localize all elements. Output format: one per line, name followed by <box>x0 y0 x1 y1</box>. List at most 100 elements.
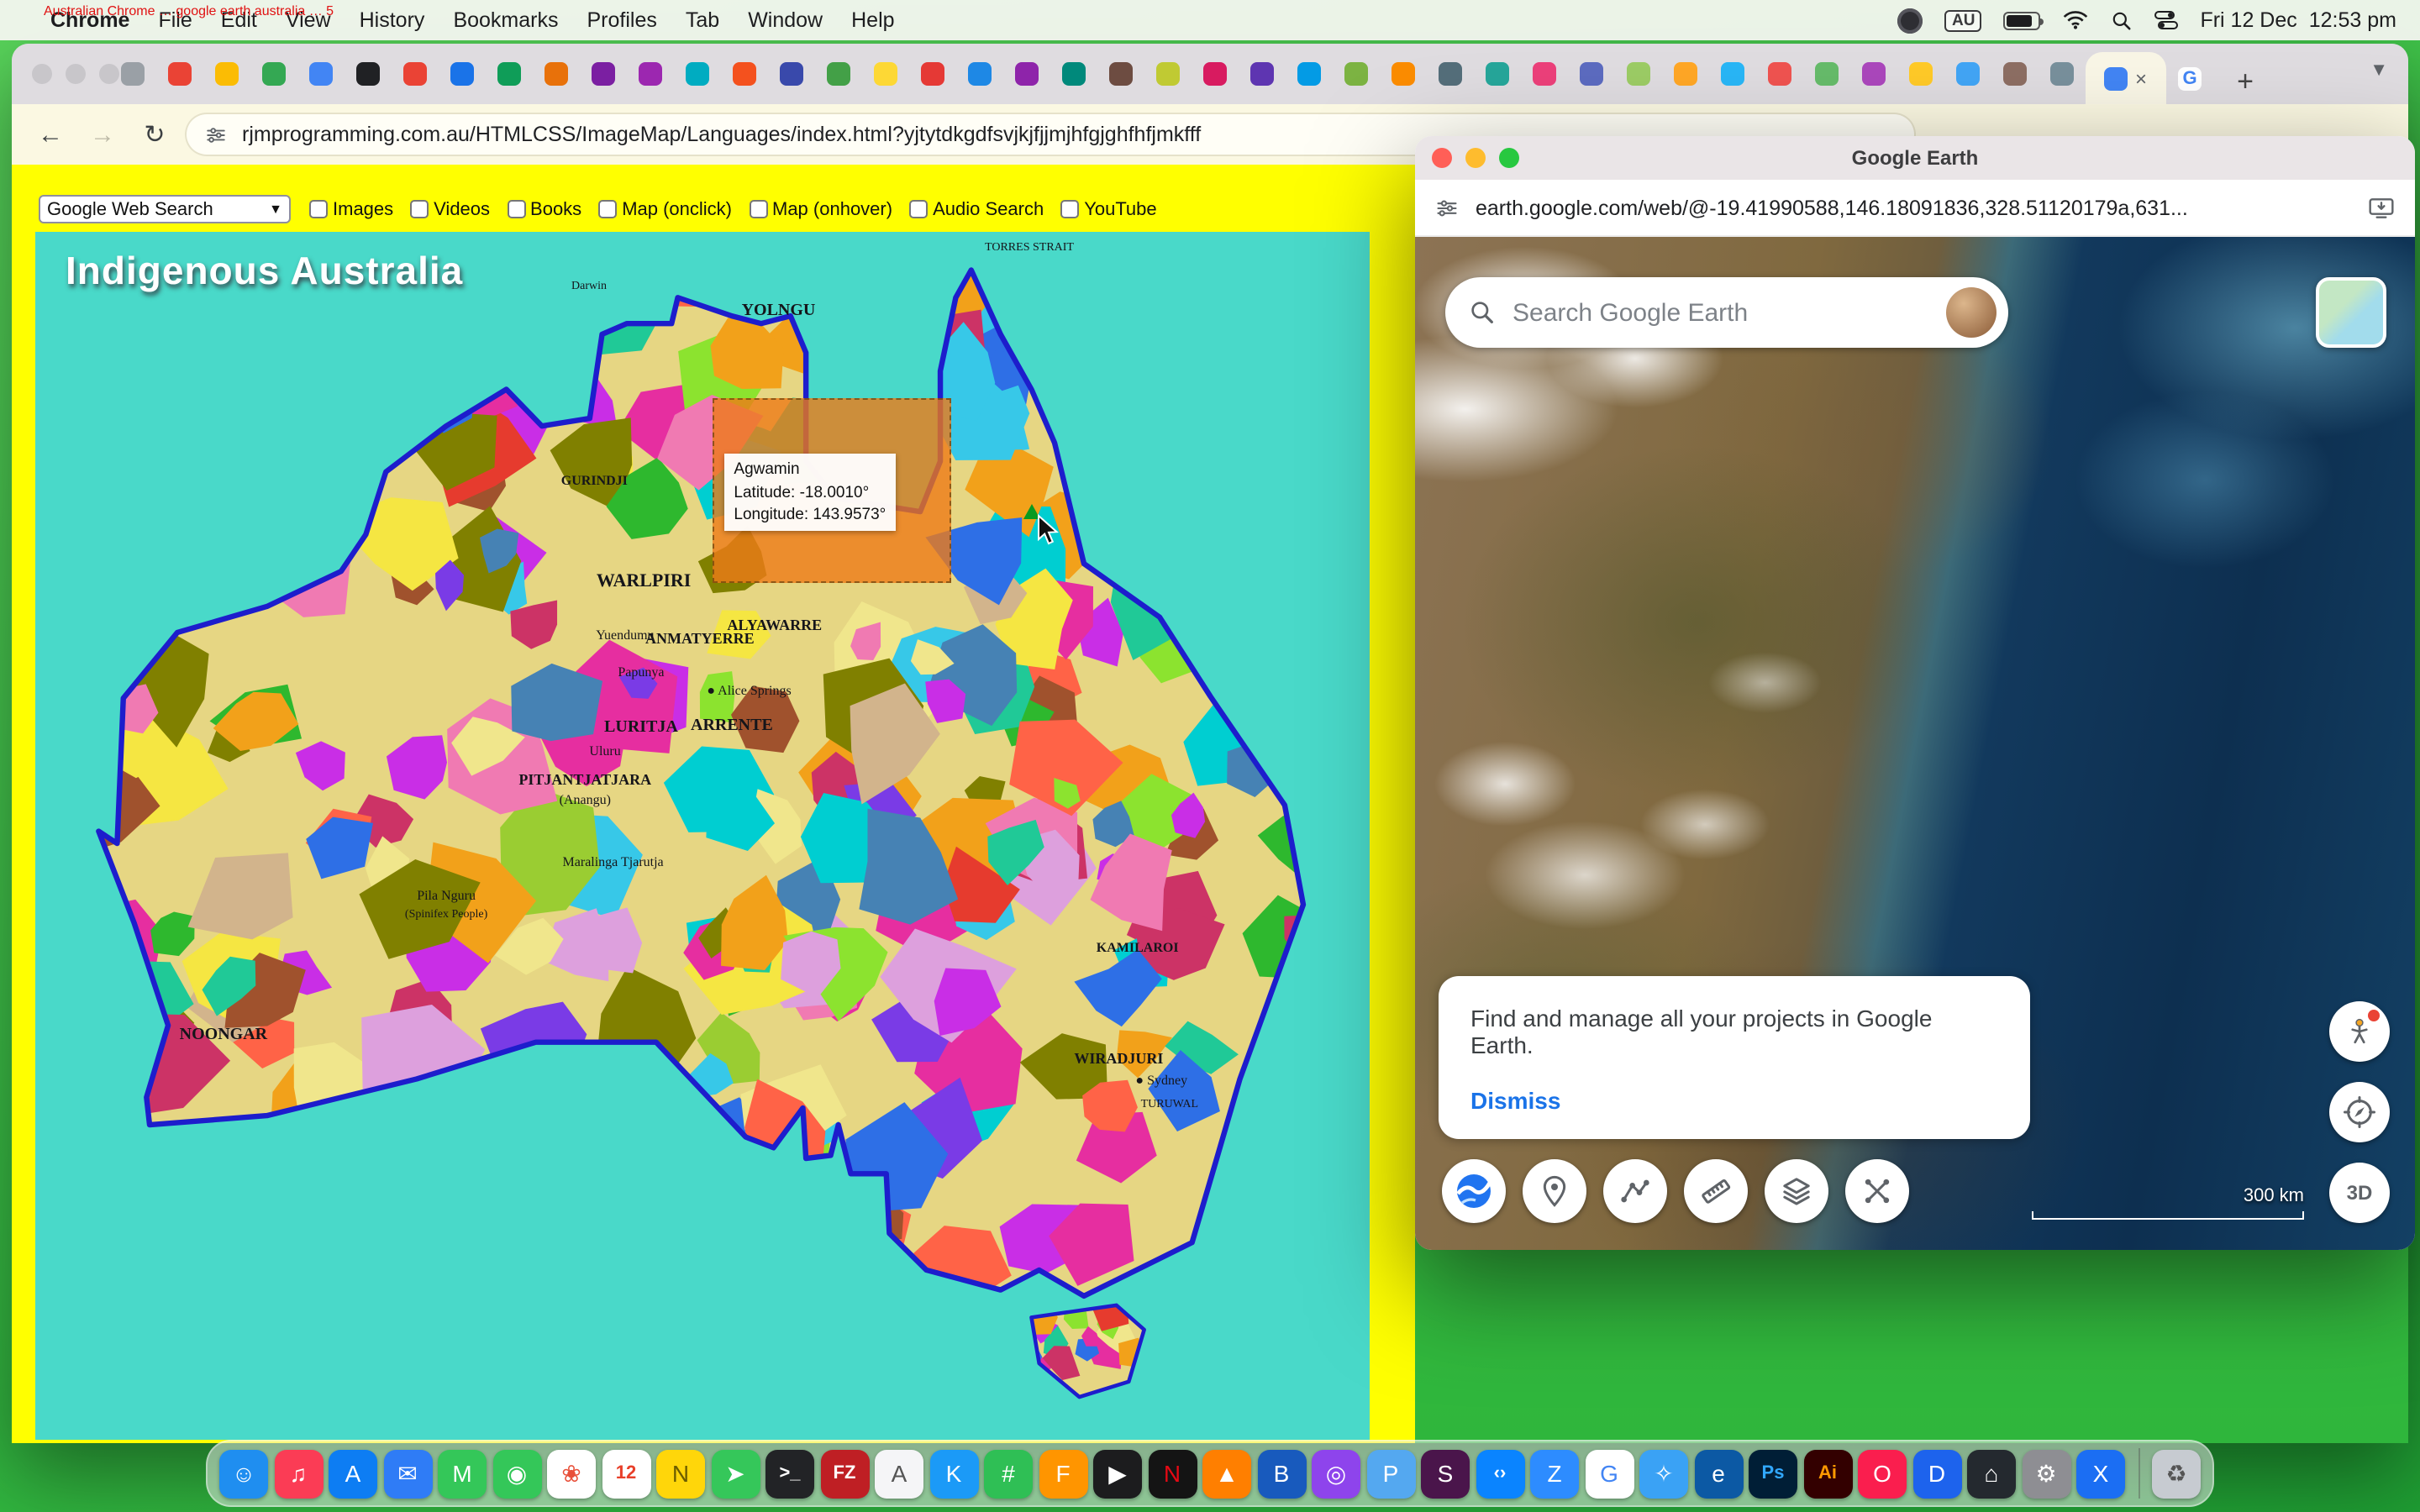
draw-path-button[interactable] <box>1603 1159 1667 1223</box>
dock-apple-tv[interactable]: ▶ <box>1093 1449 1142 1498</box>
minimize-window-button[interactable] <box>66 64 86 84</box>
browser-tab[interactable] <box>627 49 674 99</box>
browser-tab[interactable] <box>815 49 862 99</box>
dock-netflix[interactable]: N <box>1148 1449 1197 1498</box>
search-engine-select[interactable]: Google Web Search ▼ <box>39 195 291 223</box>
menu-tab[interactable]: Tab <box>686 8 719 32</box>
control-center-icon[interactable] <box>2154 10 2178 30</box>
browser-tab[interactable] <box>1239 49 1286 99</box>
dock-app-store[interactable]: A <box>329 1449 377 1498</box>
option-audio-search[interactable]: Audio Search <box>909 199 1044 219</box>
keyboard-layout-badge[interactable]: AU <box>1945 9 1981 31</box>
dock-calendar[interactable]: 12 <box>602 1449 650 1498</box>
layers-button[interactable] <box>1765 1159 1828 1223</box>
dock-photoshop[interactable]: Ps <box>1749 1449 1797 1498</box>
reload-button[interactable]: ↻ <box>133 113 176 156</box>
ge-close-button[interactable] <box>1432 148 1452 168</box>
menu-help[interactable]: Help <box>851 8 894 32</box>
wifi-icon[interactable] <box>2062 10 2089 30</box>
tab-search-chevron-icon[interactable]: ▼ <box>2370 60 2388 81</box>
dock-vscode[interactable]: ‹› <box>1476 1449 1524 1498</box>
dock-opera[interactable]: O <box>1858 1449 1907 1498</box>
browser-tab[interactable] <box>1709 49 1756 99</box>
option-checkbox[interactable] <box>749 200 767 218</box>
browser-tab[interactable] <box>721 49 768 99</box>
pegman-button[interactable] <box>2329 1001 2390 1062</box>
dock-github[interactable]: ⌂ <box>1967 1449 2016 1498</box>
overview-map-inset[interactable] <box>2316 277 2386 348</box>
ge-satellite-view[interactable]: Search Google Earth Find and manage all … <box>1415 237 2415 1250</box>
browser-tab[interactable] <box>1050 49 1097 99</box>
option-checkbox[interactable] <box>909 200 928 218</box>
ge-search-bar[interactable]: Search Google Earth <box>1445 277 2008 348</box>
browser-tab[interactable] <box>345 49 392 99</box>
back-button[interactable]: ← <box>29 113 72 156</box>
dock-facetime[interactable]: ◉ <box>492 1449 541 1498</box>
dock-docker[interactable]: D <box>1912 1449 1961 1498</box>
browser-tab[interactable] <box>1333 49 1380 99</box>
dock-finder[interactable]: ☺ <box>219 1449 268 1498</box>
dock-chrome[interactable]: G <box>1585 1449 1634 1498</box>
browser-tab[interactable] <box>1003 49 1050 99</box>
new-tab-button[interactable]: + <box>2223 60 2267 104</box>
browser-tab[interactable] <box>862 49 909 99</box>
dock-vlc[interactable]: ▲ <box>1202 1449 1251 1498</box>
browser-tab[interactable] <box>250 49 297 99</box>
browser-tab[interactable] <box>1097 49 1144 99</box>
browser-tab[interactable] <box>1286 49 1333 99</box>
dock-messages[interactable]: M <box>438 1449 487 1498</box>
compass-button[interactable] <box>2329 1082 2390 1142</box>
browser-tab[interactable] <box>1850 49 1897 99</box>
dock-safari[interactable]: ✧ <box>1639 1449 1688 1498</box>
dock-trash[interactable]: ♻ <box>2152 1449 2201 1498</box>
dock-xcode[interactable]: X <box>2076 1449 2125 1498</box>
ge-url-text[interactable]: earth.google.com/web/@-19.41990588,146.1… <box>1476 196 2351 219</box>
browser-tab-last[interactable]: G <box>2166 54 2213 104</box>
menu-window[interactable]: Window <box>748 8 823 32</box>
browser-tab[interactable] <box>1474 49 1521 99</box>
browser-tab[interactable] <box>2039 49 2086 99</box>
browser-tab[interactable] <box>392 49 439 99</box>
dock-firefox[interactable]: F <box>1039 1449 1087 1498</box>
option-books[interactable]: Books <box>507 199 581 219</box>
browser-tab[interactable] <box>1803 49 1850 99</box>
forward-button[interactable]: → <box>81 113 124 156</box>
browser-tab[interactable] <box>956 49 1003 99</box>
browser-tab[interactable] <box>768 49 815 99</box>
browser-tab[interactable] <box>909 49 956 99</box>
dock-keynote[interactable]: K <box>929 1449 978 1498</box>
projects-earth-button[interactable] <box>1442 1159 1506 1223</box>
dock-numbers[interactable]: # <box>984 1449 1033 1498</box>
browser-tab[interactable] <box>1615 49 1662 99</box>
indigenous-map[interactable]: Indigenous Australia Agwamin Latitude: -… <box>35 232 1370 1440</box>
browser-tab[interactable] <box>1144 49 1192 99</box>
ge-zoom-button[interactable] <box>1499 148 1519 168</box>
menubar-app-icon[interactable] <box>1898 8 1923 33</box>
dock-zoom[interactable]: Z <box>1530 1449 1579 1498</box>
measure-ruler-button[interactable] <box>1684 1159 1748 1223</box>
ge-title-bar[interactable]: Google Earth <box>1415 136 2415 180</box>
placemark-pin-button[interactable] <box>1523 1159 1586 1223</box>
menu-profiles[interactable]: Profiles <box>587 8 657 32</box>
browser-tab[interactable] <box>1756 49 1803 99</box>
3d-toggle-button[interactable]: 3D <box>2329 1163 2390 1223</box>
dock-textedit[interactable]: A <box>875 1449 923 1498</box>
dock-settings[interactable]: ⚙ <box>2022 1449 2070 1498</box>
dock-maps[interactable]: ➤ <box>711 1449 760 1498</box>
option-map-onhover-[interactable]: Map (onhover) <box>749 199 892 219</box>
browser-tab[interactable] <box>1380 49 1427 99</box>
menubar-clock[interactable]: Fri 12 Dec 12:53 pm <box>2200 8 2396 32</box>
account-avatar[interactable] <box>1946 287 1996 338</box>
browser-tab[interactable] <box>1991 49 2039 99</box>
browser-tab[interactable] <box>156 49 203 99</box>
dock-preview[interactable]: P <box>1366 1449 1415 1498</box>
zoom-window-button[interactable] <box>99 64 119 84</box>
site-settings-icon[interactable] <box>205 123 227 145</box>
browser-tab[interactable] <box>1192 49 1239 99</box>
option-videos[interactable]: Videos <box>410 199 490 219</box>
option-map-onclick-[interactable]: Map (onclick) <box>598 199 732 219</box>
option-checkbox[interactable] <box>410 200 429 218</box>
browser-tab[interactable] <box>203 49 250 99</box>
option-checkbox[interactable] <box>507 200 525 218</box>
drawing-tools-button[interactable] <box>1845 1159 1909 1223</box>
